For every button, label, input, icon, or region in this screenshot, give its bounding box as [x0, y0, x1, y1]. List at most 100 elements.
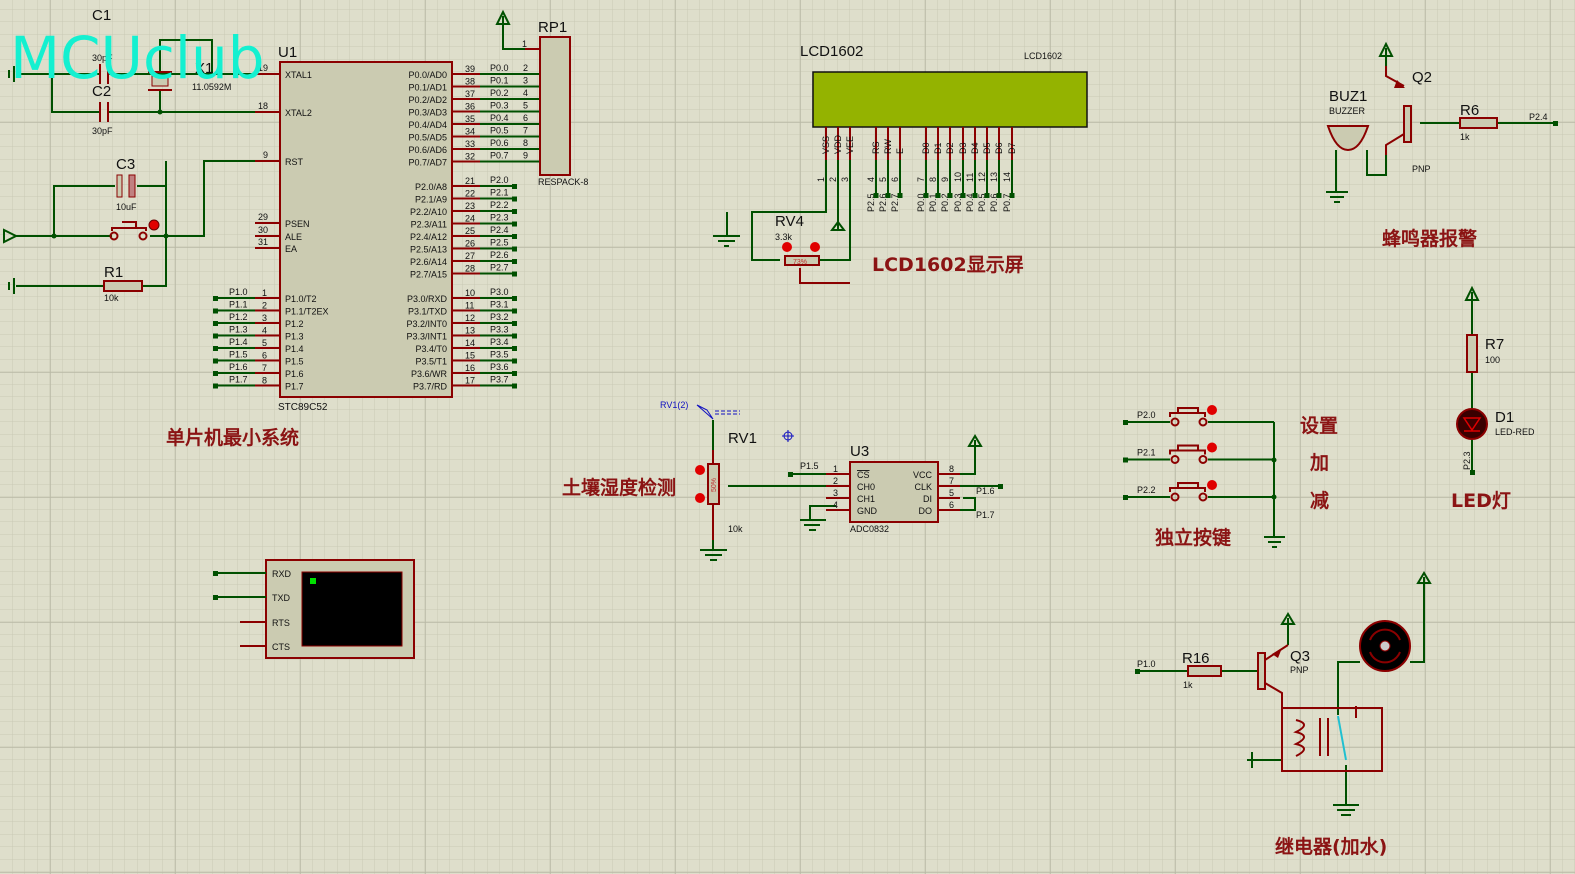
pin-name: D2: [945, 142, 955, 154]
pin-name: P1.3: [285, 332, 304, 342]
net-terminal[interactable]: [512, 321, 517, 326]
net-terminal[interactable]: [1123, 420, 1128, 425]
net-terminal[interactable]: [947, 193, 953, 198]
button-toggle-icon[interactable]: [148, 219, 160, 231]
net-terminal[interactable]: [788, 472, 793, 477]
pin-name: P1.7: [285, 382, 304, 392]
net-terminal[interactable]: [213, 383, 218, 389]
net-terminal[interactable]: [996, 193, 1002, 198]
pin-number: 22: [465, 189, 475, 199]
pin-number: 6: [949, 500, 954, 510]
net-label: P1.3: [229, 325, 248, 335]
pin-name: PSEN: [285, 219, 310, 229]
terminal-screen[interactable]: [301, 571, 403, 647]
pin-number: 38: [465, 77, 475, 87]
net-terminal[interactable]: [213, 595, 218, 600]
pin-number: 34: [465, 127, 475, 137]
net-terminal[interactable]: [1123, 457, 1128, 463]
increase-icon[interactable]: [695, 465, 705, 475]
net-terminal[interactable]: [213, 346, 218, 351]
net-label: P2.7: [490, 263, 509, 273]
net-terminal[interactable]: [512, 271, 517, 277]
button-toggle-icon[interactable]: [1207, 442, 1217, 453]
pin-name: P0.0/AD0: [408, 70, 447, 80]
net-terminal[interactable]: [213, 296, 218, 301]
net-terminal[interactable]: [512, 234, 517, 239]
pin-number: 28: [465, 264, 475, 274]
lcd-screen[interactable]: [812, 71, 1088, 128]
decrease-icon[interactable]: [782, 242, 792, 252]
pin-name: P0.3/AD3: [408, 108, 447, 118]
r7-resistor[interactable]: [1466, 334, 1478, 373]
pin-number: 7: [916, 177, 926, 182]
schematic-canvas[interactable]: U1 STC89C52 19 XTAL1 18 XTAL2 9 RST 29 PSEN 30 AL…: [0, 0, 1575, 874]
u3-part: ADC0832: [850, 524, 889, 534]
section-title-lcd: LCD1602显示屏: [872, 254, 1024, 276]
net-terminal[interactable]: [512, 296, 517, 301]
net-terminal[interactable]: [1123, 495, 1128, 500]
net-terminal[interactable]: [897, 193, 903, 198]
net-label: P0.6: [490, 138, 509, 148]
net-terminal[interactable]: [213, 371, 218, 376]
decrease-icon[interactable]: [695, 493, 705, 503]
key-label-set: 设置: [1300, 415, 1338, 437]
rp1-body[interactable]: [539, 36, 571, 176]
net-terminal[interactable]: [512, 259, 517, 264]
q2-ref: Q2: [1412, 69, 1432, 86]
net-terminal[interactable]: [512, 221, 517, 227]
pin-name: CTS: [272, 642, 290, 652]
net-terminal[interactable]: [998, 484, 1003, 489]
r1-value: 10k: [104, 293, 119, 303]
pin-name: P0.5/AD5: [408, 133, 447, 143]
pin-name: P1.0/T2: [285, 294, 317, 304]
pin-number: 7: [262, 363, 267, 373]
r6-resistor[interactable]: [1459, 117, 1498, 129]
net-terminal[interactable]: [512, 246, 517, 252]
r1-resistor[interactable]: [103, 280, 143, 292]
net-terminal[interactable]: [213, 333, 218, 339]
net-terminal[interactable]: [213, 571, 218, 576]
pin-name: P2.4/A12: [410, 232, 447, 242]
net-label: P3.7: [490, 375, 509, 385]
button-toggle-icon[interactable]: [1207, 480, 1217, 490]
net-terminal[interactable]: [512, 184, 517, 189]
schematic[interactable]: U1 STC89C52 19XTAL118XTAL29RST29PSEN30AL…: [0, 0, 1575, 874]
net-terminal[interactable]: [512, 371, 517, 376]
q2-transistor[interactable]: [1403, 105, 1412, 143]
button-toggle-icon[interactable]: [1207, 405, 1217, 415]
net-label: P2.4: [490, 225, 509, 235]
pin-name: D4: [970, 142, 980, 154]
c3-plate-polar: [128, 174, 136, 198]
pin-number: 12: [465, 313, 475, 323]
net-terminal[interactable]: [512, 358, 517, 364]
pin-name: VCC: [913, 470, 933, 480]
increase-icon[interactable]: [810, 242, 820, 252]
d1-led[interactable]: [1456, 408, 1488, 440]
pin-name: D6: [994, 142, 1004, 154]
net-label: P1.7: [229, 375, 248, 385]
r16-resistor[interactable]: [1187, 665, 1222, 677]
net-terminal[interactable]: [512, 333, 517, 339]
pin-number: 35: [465, 114, 475, 124]
q3-transistor[interactable]: [1257, 652, 1266, 690]
c3-plate: [116, 174, 123, 198]
net-terminal[interactable]: [213, 308, 218, 314]
net-terminal[interactable]: [213, 358, 218, 364]
pin-name: RTS: [272, 618, 290, 628]
net-terminal[interactable]: [512, 209, 517, 214]
net-terminal[interactable]: [512, 196, 517, 202]
pin-number: 1: [816, 177, 826, 182]
net-label: P0.3: [490, 101, 509, 111]
net-terminal[interactable]: [512, 383, 517, 389]
net-terminal[interactable]: [1009, 193, 1015, 198]
rv1-probe-label[interactable]: RV1(2): [660, 400, 688, 410]
buz1-part: BUZZER: [1329, 106, 1366, 116]
rv4-ref: RV4: [775, 213, 804, 230]
pin-number: 30: [258, 225, 268, 235]
net-label: P0.1: [490, 76, 509, 86]
pin-number: 2: [833, 476, 838, 486]
net-terminal[interactable]: [512, 346, 517, 351]
net-terminal[interactable]: [213, 321, 218, 326]
section-title-keys: 独立按键: [1155, 526, 1231, 549]
net-terminal[interactable]: [512, 308, 517, 314]
